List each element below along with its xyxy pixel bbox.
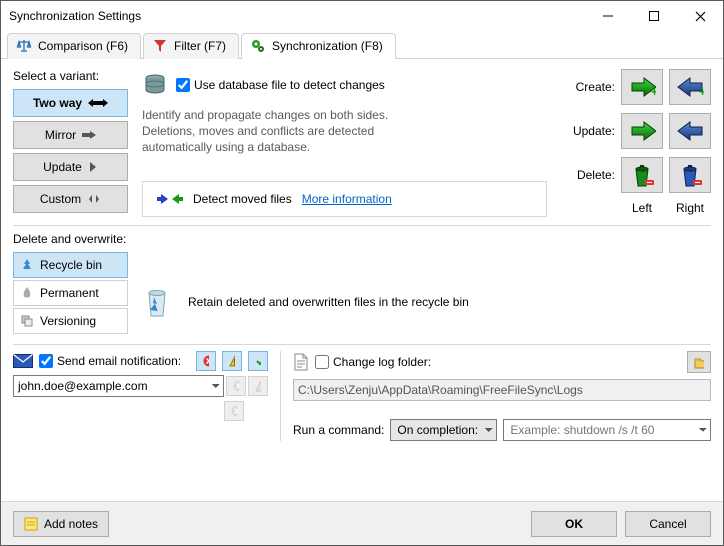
stack-icon — [20, 314, 34, 328]
create-label: Create: — [569, 80, 615, 94]
create-right-button[interactable]: + — [669, 69, 711, 105]
divider — [280, 351, 281, 441]
gears-icon — [250, 38, 266, 54]
database-icon — [142, 73, 168, 97]
versioning-label: Versioning — [40, 314, 96, 328]
minimize-button[interactable] — [585, 1, 631, 31]
detect-moved-box: Detect moved files More information — [142, 181, 547, 217]
recycle-bin-large-icon — [140, 284, 174, 320]
create-left-button[interactable]: + — [621, 69, 663, 105]
update-label: Update: — [569, 124, 615, 138]
variant-two-way-label: Two way — [33, 96, 82, 110]
email-checkbox[interactable] — [39, 354, 53, 368]
footer: Add notes OK Cancel — [1, 501, 723, 545]
add-notes-button[interactable]: Add notes — [13, 511, 109, 537]
command-when-select[interactable]: On completion: — [390, 419, 497, 441]
notify-warning-disabled-toggle[interactable] — [248, 376, 268, 396]
log-checkbox[interactable] — [315, 355, 329, 369]
diamond-icon — [87, 194, 101, 204]
recycle-bin-label: Recycle bin — [40, 258, 102, 272]
recycle-icon — [20, 258, 34, 272]
database-checkbox[interactable] — [176, 78, 190, 92]
svg-text:+: + — [651, 85, 656, 99]
scales-icon — [16, 38, 32, 54]
delete-description: Retain deleted and overwritten files in … — [188, 295, 469, 309]
variant-custom-label: Custom — [40, 192, 81, 206]
database-checkbox-text: Use database file to detect changes — [194, 78, 385, 92]
variant-mirror-label: Mirror — [45, 128, 76, 142]
maximize-button[interactable] — [631, 1, 677, 31]
log-checkbox-text: Change log folder: — [333, 355, 431, 369]
titlebar: Synchronization Settings — [1, 1, 723, 31]
delete-left-button[interactable] — [621, 157, 663, 193]
document-icon — [293, 353, 309, 371]
detect-moved-label: Detect moved files — [193, 192, 292, 206]
variant-label: Select a variant: — [13, 69, 128, 83]
versioning-option[interactable]: Versioning — [13, 308, 128, 334]
flame-icon — [20, 286, 34, 300]
panel-misc: Send email notification: — [13, 351, 711, 441]
notify-error-disabled2-toggle[interactable] — [224, 401, 244, 421]
svg-text:+: + — [699, 85, 704, 99]
cancel-button[interactable]: Cancel — [625, 511, 711, 537]
variant-update-label: Update — [43, 160, 82, 174]
log-checkbox-label[interactable]: Change log folder: — [315, 355, 431, 369]
variant-two-way[interactable]: Two way — [13, 89, 128, 117]
recycle-bin-option[interactable]: Recycle bin — [13, 252, 128, 278]
ok-button[interactable]: OK — [531, 511, 617, 537]
two-way-arrow-icon — [88, 98, 108, 108]
right-arrow-icon — [82, 130, 96, 140]
cancel-label: Cancel — [649, 517, 686, 531]
funnel-icon — [152, 38, 168, 54]
tab-synchronization[interactable]: Synchronization (F8) — [241, 33, 396, 59]
notify-warning-toggle[interactable] — [222, 351, 242, 371]
email-input[interactable] — [13, 375, 224, 397]
right-caption: Right — [669, 201, 711, 215]
permanent-option[interactable]: Permanent — [13, 280, 128, 306]
notify-success-toggle[interactable] — [248, 351, 268, 371]
update-right-button[interactable] — [669, 113, 711, 149]
panel-delete-overwrite: Delete and overwrite: Recycle bin Perman… — [13, 232, 711, 345]
email-checkbox-label[interactable]: Send email notification: — [39, 354, 190, 368]
tab-label: Synchronization (F8) — [272, 39, 383, 53]
delete-right-button[interactable] — [669, 157, 711, 193]
ok-label: OK — [565, 517, 583, 531]
window-title: Synchronization Settings — [9, 9, 585, 23]
tab-label: Filter (F7) — [174, 39, 226, 53]
chevron-right-icon — [88, 162, 98, 172]
left-caption: Left — [621, 201, 663, 215]
tab-filter[interactable]: Filter (F7) — [143, 33, 239, 59]
database-checkbox-label[interactable]: Use database file to detect changes — [176, 78, 385, 92]
variant-update[interactable]: Update — [13, 153, 128, 181]
permanent-label: Permanent — [40, 286, 99, 300]
tab-comparison[interactable]: Comparison (F6) — [7, 33, 141, 59]
panel-variant: Select a variant: Two way Mirror Update — [13, 69, 711, 226]
envelope-icon — [13, 354, 33, 368]
command-input[interactable] — [503, 419, 711, 441]
notify-error-disabled-toggle[interactable] — [226, 376, 246, 396]
browse-folder-button[interactable] — [687, 351, 711, 373]
left-right-arrows-icon — [157, 192, 183, 206]
variant-description: Identify and propagate changes on both s… — [142, 107, 402, 156]
delete-overwrite-label: Delete and overwrite: — [13, 232, 711, 246]
update-left-button[interactable] — [621, 113, 663, 149]
add-notes-label: Add notes — [44, 517, 98, 531]
more-information-link[interactable]: More information — [302, 192, 392, 206]
note-icon — [24, 517, 38, 531]
variant-custom[interactable]: Custom — [13, 185, 128, 213]
email-checkbox-text: Send email notification: — [57, 354, 181, 368]
variant-mirror[interactable]: Mirror — [13, 121, 128, 149]
tab-content: Select a variant: Two way Mirror Update — [1, 59, 723, 501]
delete-label: Delete: — [569, 168, 615, 182]
notify-error-toggle[interactable] — [196, 351, 216, 371]
tabs: Comparison (F6) Filter (F7) Synchronizat… — [1, 31, 723, 59]
close-button[interactable] — [677, 1, 723, 31]
tab-label: Comparison (F6) — [38, 39, 128, 53]
log-path-input[interactable] — [293, 379, 711, 401]
run-command-label: Run a command: — [293, 423, 384, 437]
